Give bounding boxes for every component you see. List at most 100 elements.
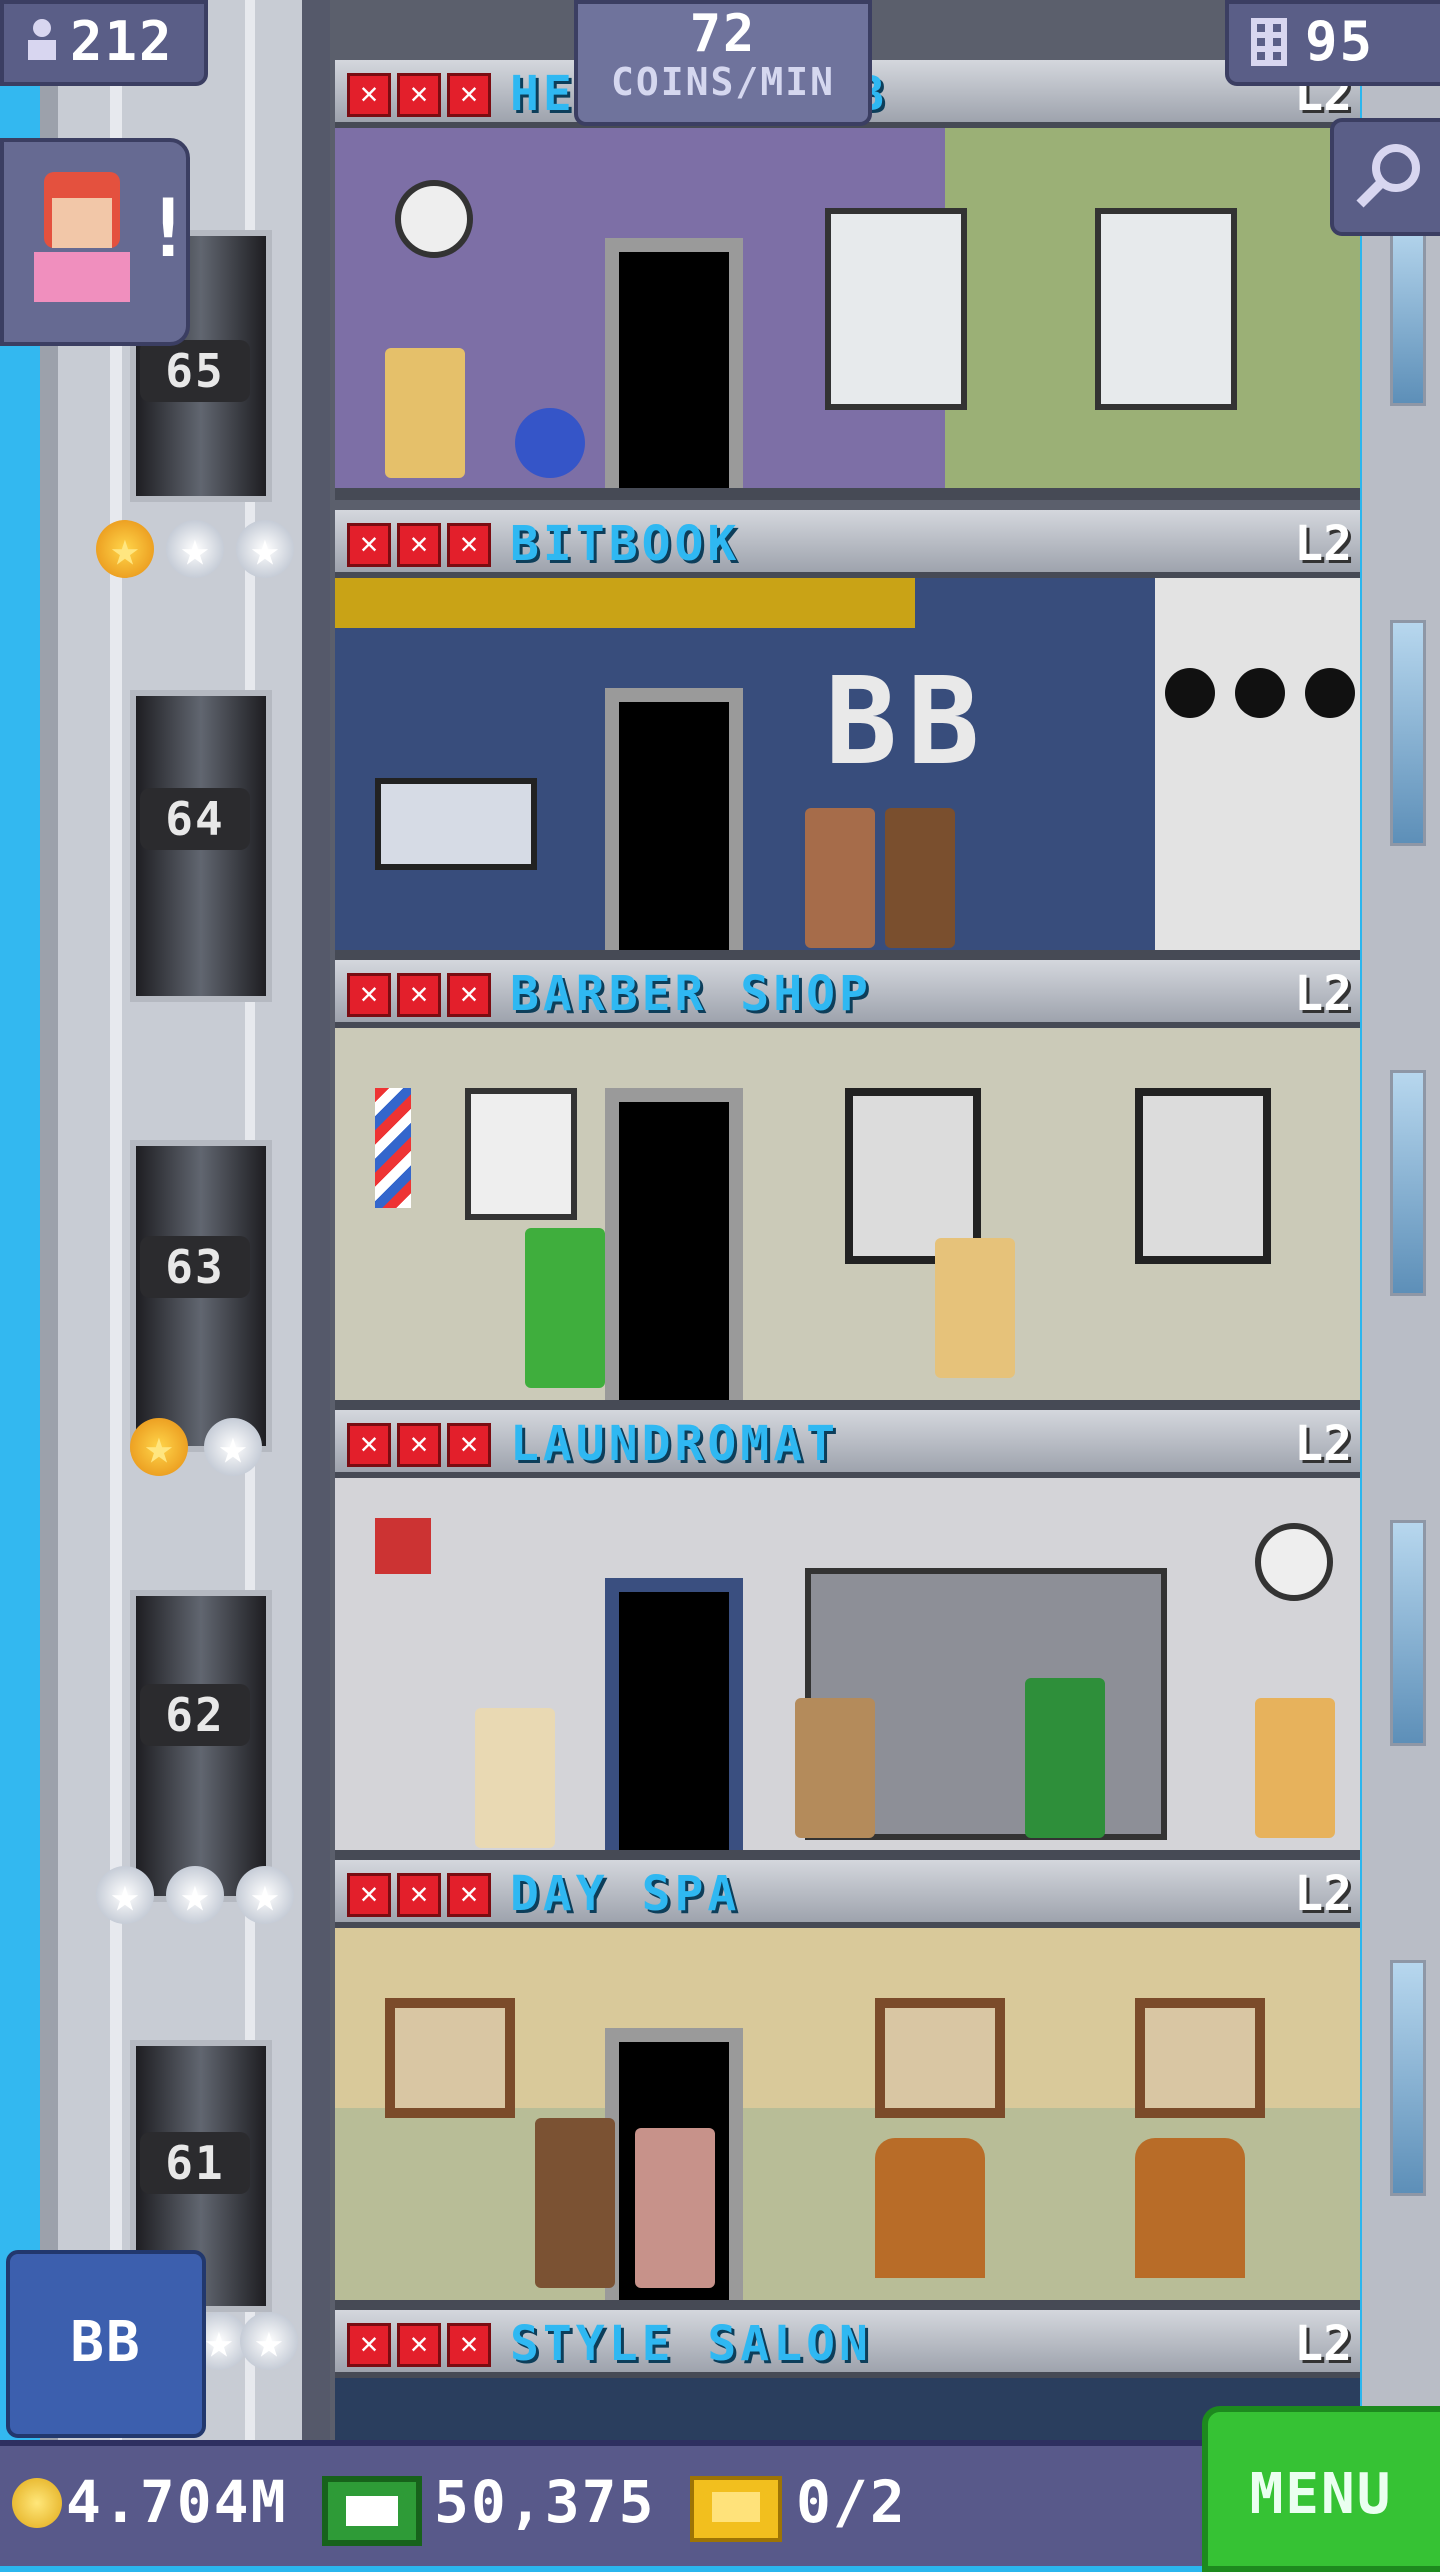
- person-icon[interactable]: [935, 1238, 1015, 1378]
- floor-header: ✕ ✕ ✕ BITBOOK L2: [335, 510, 1360, 578]
- person-icon[interactable]: [1255, 1698, 1335, 1838]
- x-mark-icon: ✕: [397, 1873, 441, 1917]
- x-mark-icon: ✕: [347, 973, 391, 1017]
- window: [825, 208, 967, 410]
- window: [1095, 208, 1237, 410]
- no-sign-icon: [375, 1518, 431, 1574]
- person-icon[interactable]: [385, 348, 465, 478]
- coins-value: 4.704M: [66, 2468, 288, 2536]
- barber-pole: [375, 1088, 411, 1208]
- person-icon[interactable]: [1025, 1678, 1105, 1838]
- mirror: [1135, 1088, 1271, 1264]
- tickets-value: 0/2: [796, 2468, 907, 2536]
- elevator-car[interactable]: [130, 1590, 272, 1902]
- x-mark-icon: ✕: [447, 1873, 491, 1917]
- menu-button[interactable]: MENU: [1202, 2406, 1440, 2572]
- floor-level: L2: [1294, 966, 1352, 1022]
- elevator-floor-number: 62: [140, 1684, 250, 1746]
- ticket-icon: [690, 2476, 782, 2542]
- bux-icon: [322, 2476, 422, 2546]
- visitor-notice-button[interactable]: !: [0, 138, 192, 346]
- window-strip: [1390, 220, 1426, 406]
- window-strip: [1390, 1520, 1426, 1746]
- door: [605, 1088, 743, 1410]
- floor-day-spa[interactable]: ✕ ✕ ✕ DAY SPA L2: [335, 1860, 1360, 2310]
- window-strip: [1390, 1070, 1426, 1296]
- star-icon: ★: [96, 1866, 154, 1924]
- star-icon: ★: [96, 520, 154, 578]
- floor-name: STYLE SALON: [510, 2316, 872, 2372]
- search-button[interactable]: [1330, 118, 1440, 236]
- picture-frame: [1135, 1998, 1265, 2118]
- elevator-floor-number: 64: [140, 788, 250, 850]
- coin-icon: [12, 2478, 62, 2528]
- elevator-floor-number: 65: [140, 340, 250, 402]
- room-interior: BB: [335, 578, 1360, 960]
- population-counter[interactable]: 212: [0, 0, 208, 86]
- population-value: 212: [70, 10, 174, 73]
- floor-name: HE: [510, 66, 576, 122]
- menu-label: MENU: [1249, 2462, 1393, 2527]
- room-interior: [335, 128, 1360, 500]
- visitor-avatar: [34, 172, 130, 302]
- bitbook-shortcut-button[interactable]: BB: [6, 2250, 206, 2438]
- floor-name: BARBER SHOP: [510, 966, 872, 1022]
- floor-bitbook[interactable]: ✕ ✕ ✕ BITBOOK L2 BB: [335, 510, 1360, 960]
- person-icon[interactable]: [525, 1228, 605, 1388]
- door: [605, 238, 743, 500]
- elevator-floor-number: 63: [140, 1236, 250, 1298]
- floor-header: ✕ ✕ ✕ STYLE SALON L2: [335, 2310, 1360, 2378]
- clock-icon: [395, 180, 473, 258]
- floor-header: ✕ ✕ ✕ LAUNDROMAT L2: [335, 1410, 1360, 1478]
- sky-strip: [0, 0, 40, 2440]
- pipe: [335, 578, 915, 628]
- x-mark-icon: ✕: [347, 73, 391, 117]
- x-mark-icon: ✕: [397, 523, 441, 567]
- x-mark-icon: ✕: [347, 1873, 391, 1917]
- x-mark-icon: ✕: [447, 2323, 491, 2367]
- person-icon[interactable]: [475, 1708, 555, 1848]
- x-mark-icon: ✕: [397, 73, 441, 117]
- whiteboard: [375, 778, 537, 870]
- bitbook-sign: BB: [825, 653, 990, 792]
- person-icon[interactable]: [635, 2128, 715, 2288]
- elevator-floor-number: 61: [140, 2132, 250, 2194]
- x-mark-icon: ✕: [347, 2323, 391, 2367]
- person-icon[interactable]: [885, 808, 955, 948]
- x-mark-icon: ✕: [347, 1423, 391, 1467]
- clock-icon: [1235, 668, 1285, 718]
- star-icon: ★: [240, 2312, 298, 2370]
- x-mark-icon: ✕: [447, 523, 491, 567]
- floor-barber-shop[interactable]: ✕ ✕ ✕ BARBER SHOP L2: [335, 960, 1360, 1410]
- x-mark-icon: ✕: [397, 2323, 441, 2367]
- window-strip: [1390, 1960, 1426, 2196]
- floor-laundromat[interactable]: ✕ ✕ ✕ LAUNDROMAT L2: [335, 1410, 1360, 1860]
- spa-chair: [875, 2138, 985, 2278]
- exercise-ball: [515, 408, 585, 478]
- person-icon[interactable]: [805, 808, 875, 948]
- coins-per-min-label: COINS/MIN: [611, 60, 835, 104]
- coins-per-min-panel: 72 COINS/MIN: [574, 0, 872, 126]
- door: [605, 688, 743, 960]
- x-mark-icon: ✕: [447, 73, 491, 117]
- person-icon[interactable]: [795, 1698, 875, 1838]
- star-icon: ★: [236, 1866, 294, 1924]
- star-icon: ★: [130, 1418, 188, 1476]
- floor-level: L2: [1294, 516, 1352, 572]
- x-mark-icon: ✕: [447, 1423, 491, 1467]
- floor-count[interactable]: 95: [1225, 0, 1440, 86]
- shortcut-label: BB: [70, 2310, 142, 2375]
- magnifier-icon: [1354, 140, 1424, 214]
- clock-icon: [1165, 668, 1215, 718]
- star-icon: ★: [204, 1418, 262, 1476]
- coins-per-min-value: 72: [689, 4, 757, 64]
- room-interior: [335, 1928, 1360, 2310]
- window-strip: [1390, 620, 1426, 846]
- x-mark-icon: ✕: [397, 1423, 441, 1467]
- x-mark-icon: ✕: [447, 973, 491, 1017]
- person-icon[interactable]: [535, 2118, 615, 2288]
- floor-name: BITBOOK: [510, 516, 741, 572]
- floor-header: ✕ ✕ ✕ DAY SPA L2: [335, 1860, 1360, 1928]
- floor-name: DAY SPA: [510, 1866, 741, 1922]
- floor-health-club[interactable]: ✕ ✕ ✕ HE B L2: [335, 60, 1360, 510]
